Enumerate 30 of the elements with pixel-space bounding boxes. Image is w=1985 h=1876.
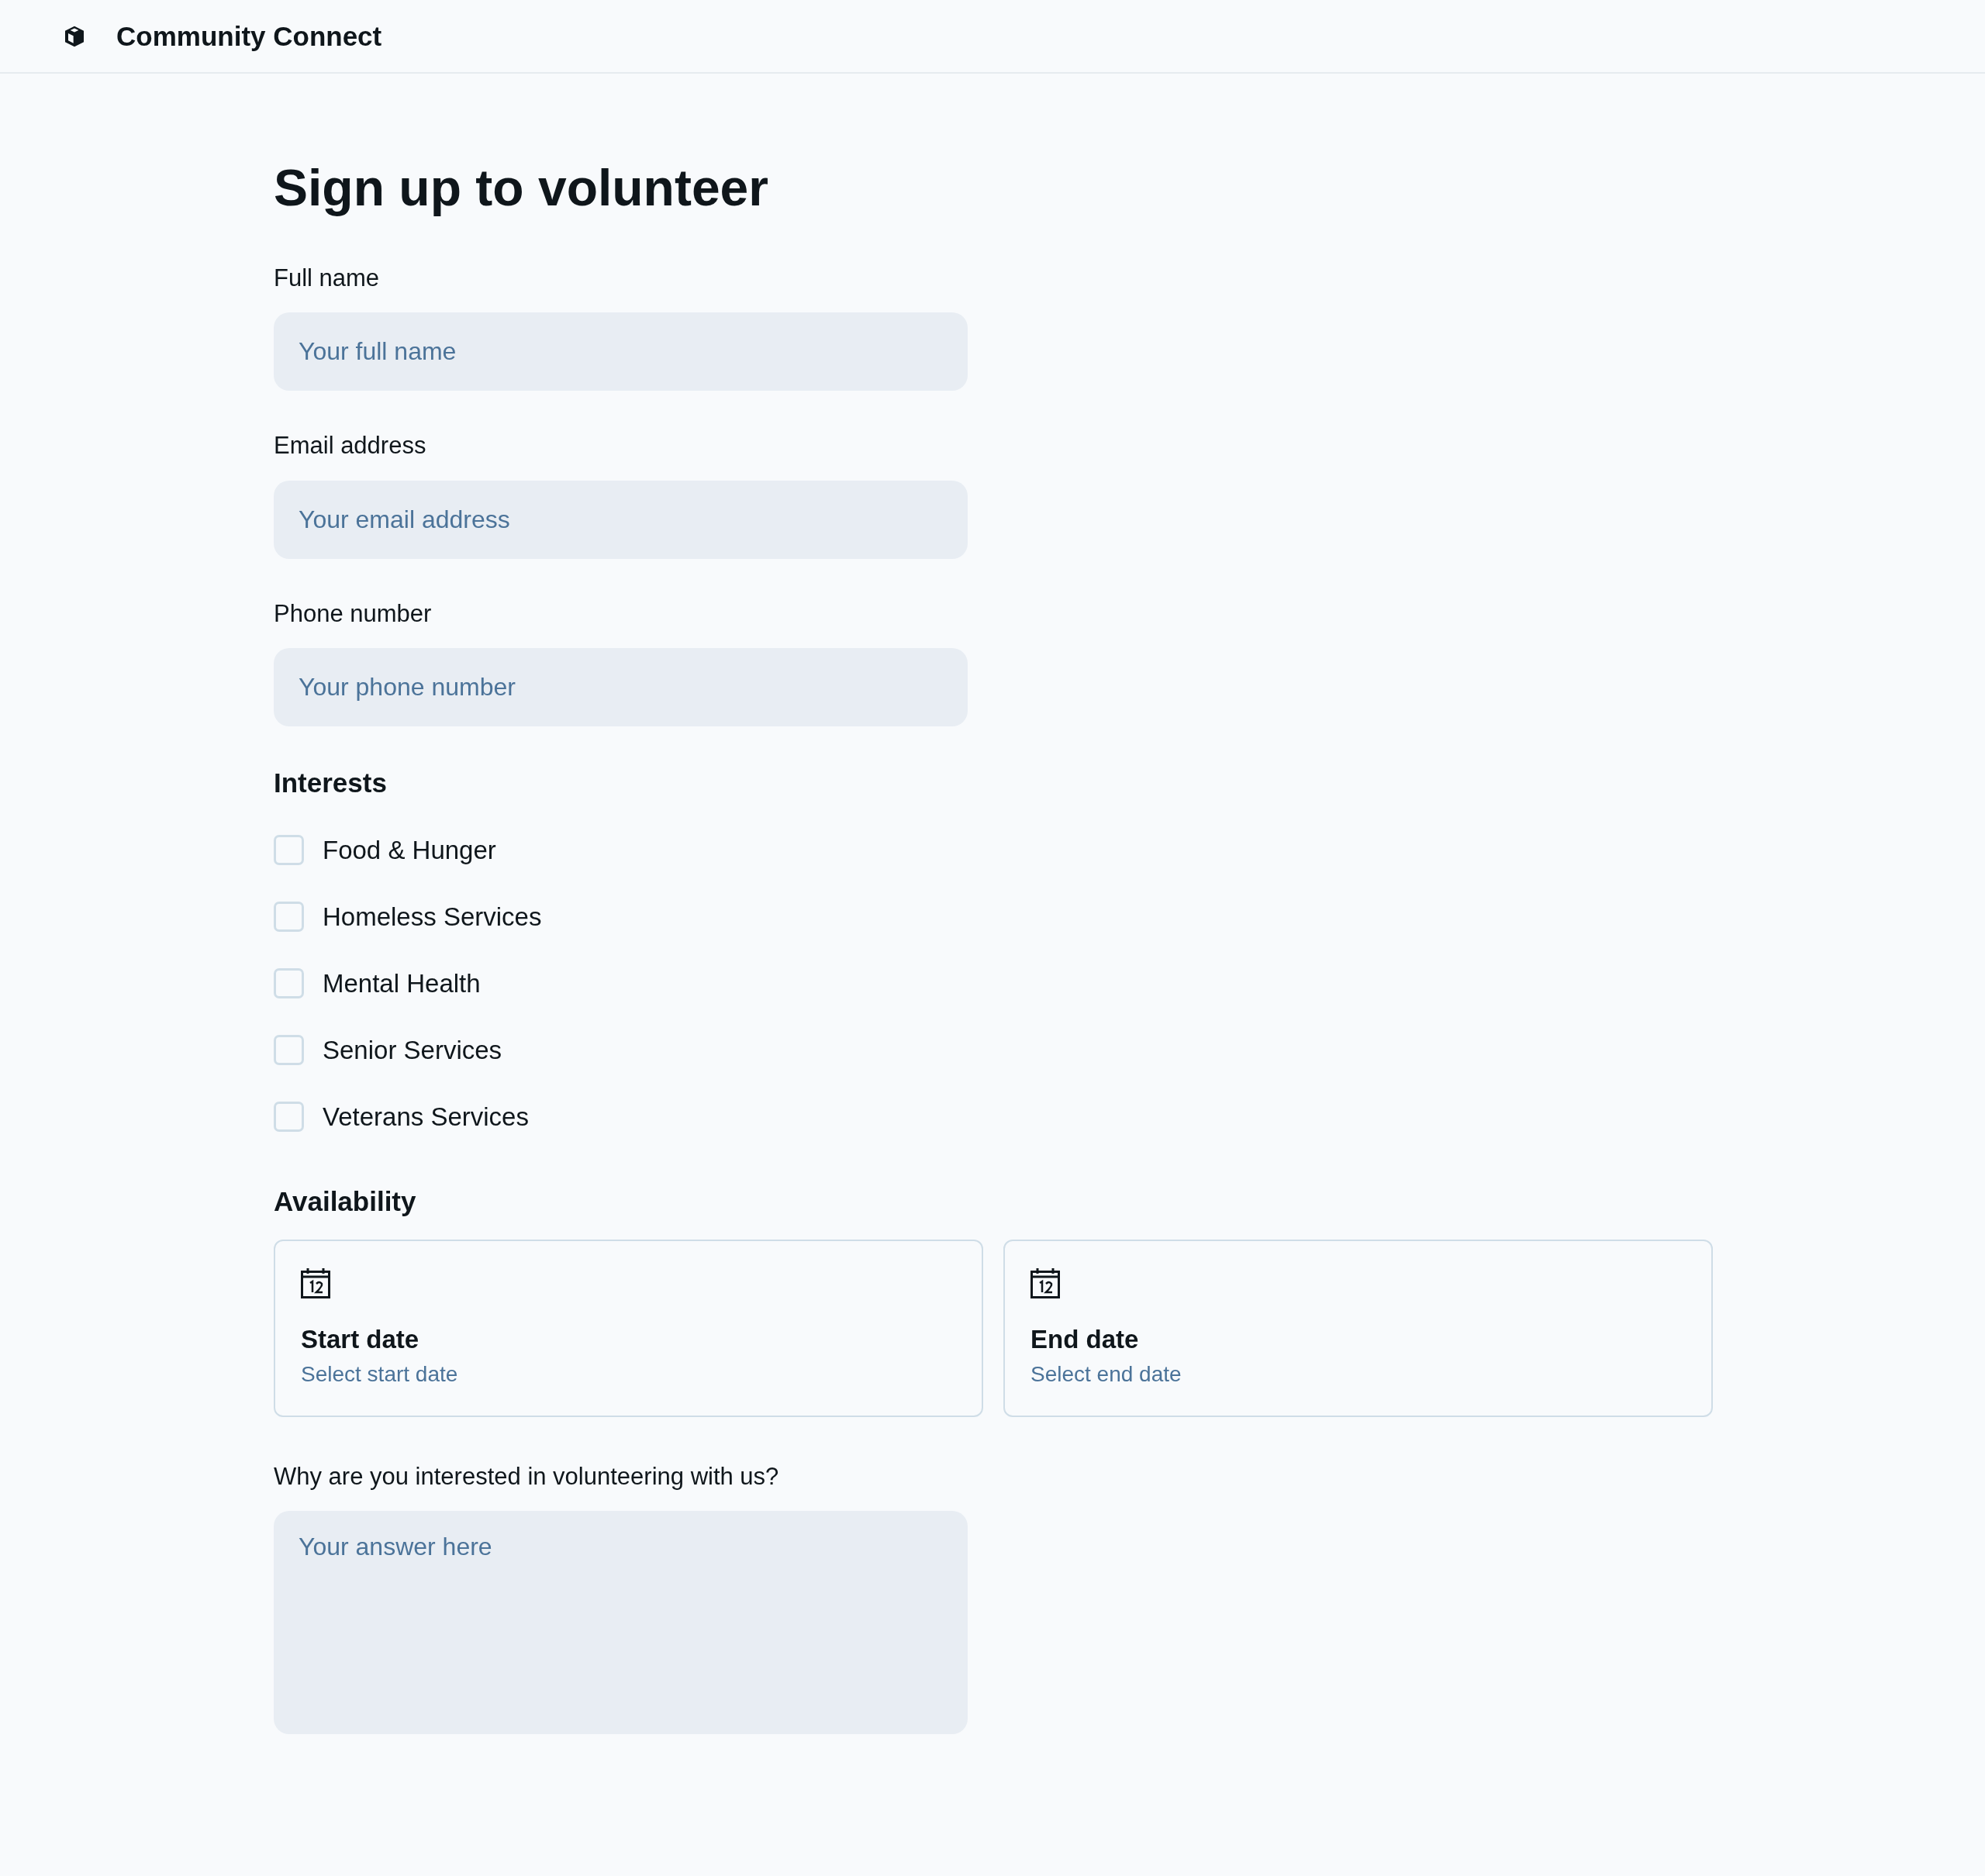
input-field[interactable]: Your full name — [274, 312, 968, 391]
checkbox[interactable] — [274, 902, 304, 933]
field-label: Email address — [274, 431, 427, 460]
input-field[interactable]: Your email address — [274, 480, 968, 559]
checkbox[interactable] — [274, 1102, 304, 1133]
date-title: Start date — [301, 1324, 419, 1354]
checkbox[interactable] — [274, 968, 304, 999]
date-title: End date — [1030, 1324, 1139, 1354]
checkbox[interactable] — [274, 1035, 304, 1066]
field-label: Full name — [274, 264, 381, 293]
checkbox-label: Food & Hunger — [323, 835, 496, 865]
answer-box[interactable]: Your answer here — [274, 1510, 968, 1734]
input-field[interactable]: Your phone number — [274, 647, 968, 726]
checkbox-label: Veterans Services — [323, 1102, 529, 1132]
date-hint: Select end date — [1030, 1361, 1182, 1387]
page-heading: Sign up to volunteer — [274, 158, 769, 218]
checkbox-label: Mental Health — [323, 968, 481, 998]
calendar-icon — [1030, 1267, 1060, 1298]
field-label: Phone number — [274, 598, 433, 628]
date-picker-card[interactable]: Start date Select start date — [274, 1239, 983, 1417]
checkbox-label: Homeless Services — [323, 902, 542, 932]
section-heading: Availability — [274, 1185, 417, 1218]
section-heading: Interests — [274, 766, 388, 799]
field-label: Why are you interested in volunteering with us? — [274, 1461, 780, 1491]
date-picker-card[interactable]: End date Select end date — [1003, 1239, 1713, 1417]
calendar-icon — [301, 1267, 330, 1298]
checkbox-label: Senior Services — [323, 1035, 502, 1065]
date-hint: Select start date — [301, 1361, 458, 1387]
app-title: Community Connect — [116, 20, 382, 52]
checkbox[interactable] — [274, 835, 304, 866]
